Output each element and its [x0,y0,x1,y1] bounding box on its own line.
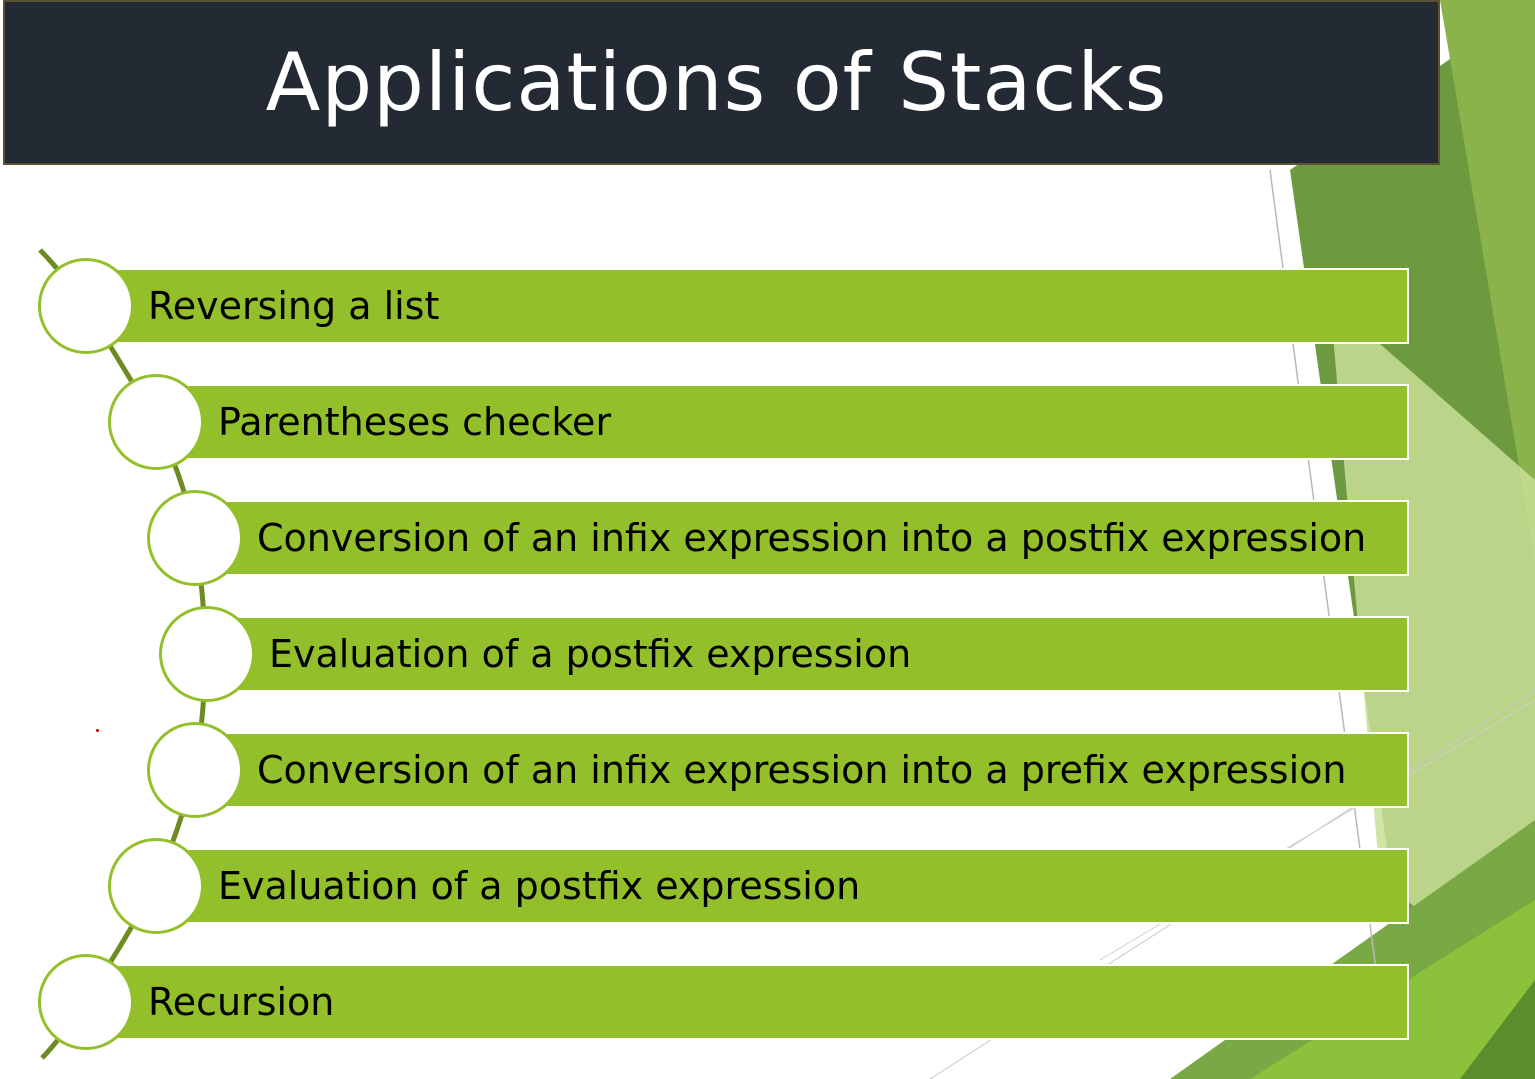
marker-dot [96,729,99,732]
list-item-label: Conversion of an infix expression into a… [257,748,1347,792]
bullet-circle [108,374,204,470]
list-item-label: Evaluation of a postfix expression [218,864,861,908]
bullet-circle [108,838,204,934]
list-item-label: Recursion [148,980,335,1024]
list-item-3: Conversion of an infix expression into a… [225,500,1409,576]
list-item-4: Evaluation of a postfix expression [237,616,1409,692]
title-bar: Applications of Stacks [3,0,1440,165]
list-item-5: Conversion of an infix expression into a… [225,732,1409,808]
list-item-2: Parentheses checker [186,384,1409,460]
list-item-label: Reversing a list [148,284,440,328]
list-item-7: Recursion [116,964,1409,1040]
list-item-1: Reversing a list [116,268,1409,344]
list-item-label: Evaluation of a postfix expression [269,632,912,676]
list-item-6: Evaluation of a postfix expression [186,848,1409,924]
bullet-circle [38,258,134,354]
list-item-label: Parentheses checker [218,400,612,444]
bullet-circle [147,722,243,818]
bullet-circle [147,490,243,586]
list-item-label: Conversion of an infix expression into a… [257,516,1367,560]
bullet-circle [38,954,134,1050]
bullet-circle [159,606,255,702]
slide-title: Applications of Stacks [265,36,1168,129]
